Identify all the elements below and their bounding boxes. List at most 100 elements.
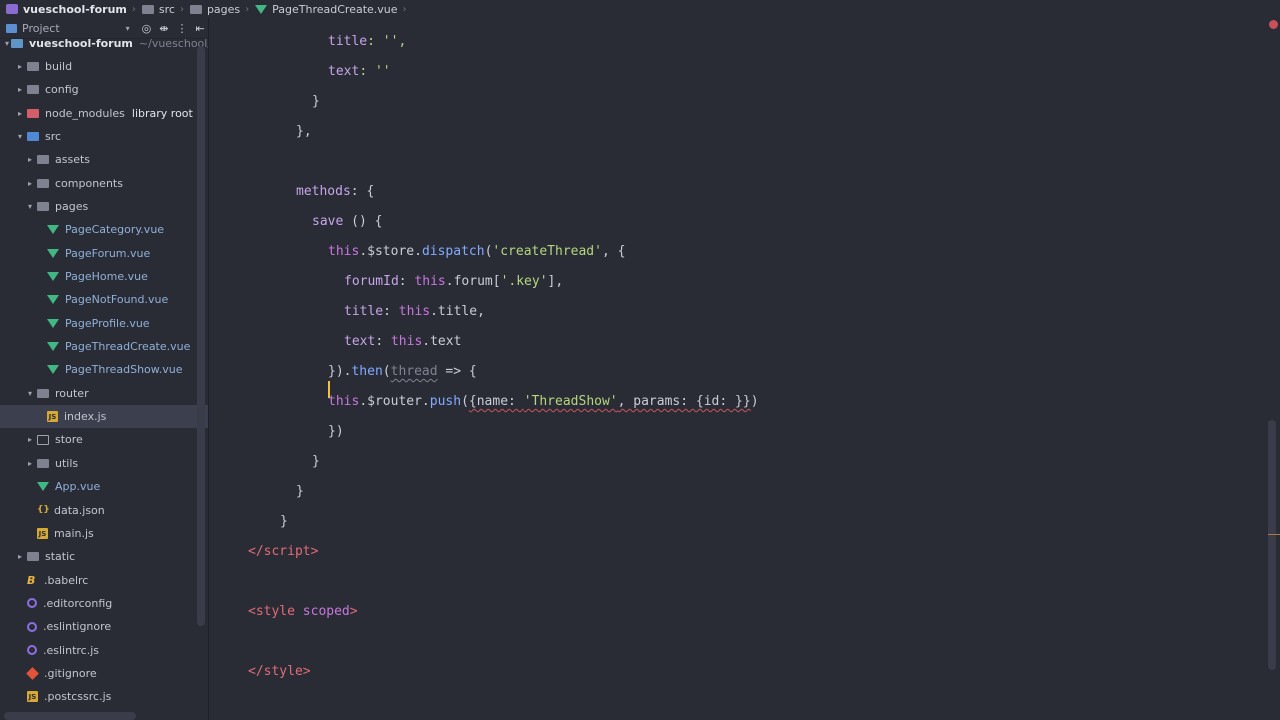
chevron-down-icon[interactable]: ▾ <box>15 132 25 141</box>
tree-item-label: PageCategory.vue <box>65 223 165 237</box>
sidebar-vertical-scrollbar[interactable] <box>197 46 205 626</box>
code-line[interactable]: }, <box>296 122 312 142</box>
code-token: </ <box>248 664 264 679</box>
folder-icon <box>37 388 49 398</box>
tree-item-label: .babelrc <box>44 573 89 587</box>
tree-item-pageprofile-vue[interactable]: ▸PageProfile.vue <box>0 312 208 335</box>
chevron-right-icon[interactable]: ▸ <box>15 62 25 71</box>
tree-item-assets[interactable]: ▸ assets <box>0 148 208 171</box>
code-line[interactable]: methods: { <box>296 182 374 202</box>
tree-item-pageforum-vue[interactable]: ▸PageForum.vue <box>0 242 208 265</box>
code-line[interactable]: } <box>312 92 320 112</box>
tree-item-label: index.js <box>64 410 107 424</box>
chevron-right-icon[interactable]: ▸ <box>25 435 35 444</box>
code-line[interactable]: </style> <box>248 662 311 682</box>
code-editor[interactable]: title: '', text: ''}}, methods: { save () {… <box>209 18 1280 720</box>
tree-item-label: .eslintrc.js <box>43 643 100 657</box>
tree-item-label: utils <box>55 456 79 470</box>
editor-scrollbar[interactable] <box>1268 420 1276 670</box>
code-line[interactable]: } <box>312 452 320 472</box>
chevron-right-icon[interactable]: ▸ <box>15 85 25 94</box>
folder-icon <box>27 552 39 562</box>
code-line[interactable]: <style scoped> <box>248 602 358 622</box>
tree-item-pagehome-vue[interactable]: ▸PageHome.vue <box>0 265 208 288</box>
tree-item-node-modules[interactable]: ▸ node_modules library root <box>0 102 208 125</box>
tree-item-pagenotfound-vue[interactable]: ▸PageNotFound.vue <box>0 288 208 311</box>
code-token: () { <box>343 214 383 229</box>
code-token: : <box>398 274 415 289</box>
code-line[interactable]: title: this.title, <box>344 302 485 322</box>
chevron-down-icon[interactable]: ▾ <box>5 39 9 48</box>
tree-item-editorconfig[interactable]: ▸.editorconfig <box>0 592 208 615</box>
chevron-down-icon[interactable]: ▾ <box>25 389 35 398</box>
tree-item-data-json[interactable]: ▸{}data.json <box>0 499 208 522</box>
project-folder-icon <box>11 38 24 48</box>
tree-item-pagecategory-vue[interactable]: ▸PageCategory.vue <box>0 218 208 241</box>
code-line[interactable]: text: '' <box>328 62 391 82</box>
code-line[interactable]: }) <box>328 422 344 442</box>
tree-item-label: PageProfile.vue <box>65 316 150 330</box>
tree-item-pagethreadshow-vue[interactable]: ▸PageThreadShow.vue <box>0 358 208 381</box>
code-line[interactable]: this.$router.push({name: 'ThreadShow', p… <box>328 392 759 412</box>
code-token: {name: <box>468 394 524 409</box>
chevron-right-icon[interactable]: ▸ <box>25 179 35 188</box>
breadcrumb-project[interactable]: vueschool-forum › <box>0 0 136 18</box>
tree-item-store[interactable]: ▸ store <box>0 428 208 451</box>
code-token: this <box>390 334 423 349</box>
code-line[interactable]: } <box>280 512 288 532</box>
tree-item-pages[interactable]: ▾ pages <box>0 195 208 218</box>
breadcrumb-pages[interactable]: pages › <box>184 0 249 18</box>
code-line[interactable]: forumId: this.forum['.key'], <box>344 272 563 292</box>
vue-icon <box>47 365 59 375</box>
code-token: } <box>312 454 320 469</box>
code-token: title <box>328 34 368 49</box>
chevron-right-icon[interactable]: ▸ <box>15 552 25 561</box>
tree-item-main-js[interactable]: ▸JSmain.js <box>0 522 208 545</box>
code-token: ( <box>382 364 391 379</box>
code-token: scoped <box>294 604 350 619</box>
code-token: => { <box>437 364 477 379</box>
code-token: .$router. <box>359 394 430 409</box>
tree-item-router[interactable]: ▾ router <box>0 382 208 405</box>
code-token: this <box>414 274 446 289</box>
eslint-icon <box>27 645 37 656</box>
tree-item-utils[interactable]: ▸ utils <box>0 452 208 475</box>
code-line[interactable]: title: '', <box>328 32 406 52</box>
tree-item-vueschool-forum[interactable]: ▾vueschool-forum~/vueschool/v <box>0 32 208 55</box>
tree-item-pagethreadcreate-vue[interactable]: ▸PageThreadCreate.vue <box>0 335 208 358</box>
code-token: ], <box>547 274 564 289</box>
code-line[interactable]: this.$store.dispatch('createThread', { <box>328 242 625 262</box>
breadcrumb-file[interactable]: PageThreadCreate.vue › <box>249 0 407 18</box>
code-line[interactable]: </script> <box>248 542 318 562</box>
tree-item-babelrc[interactable]: ▸B.babelrc <box>0 569 208 592</box>
code-line[interactable]: }).then(thread => { <box>328 362 477 382</box>
folder-icon <box>189 4 202 14</box>
tree-item-eslintignore[interactable]: ▸.eslintignore <box>0 615 208 638</box>
chevron-right-icon[interactable]: ▸ <box>25 155 35 164</box>
tree-item-components[interactable]: ▸ components <box>0 172 208 195</box>
js-icon: JS <box>47 411 58 423</box>
chevron-right-icon: › <box>402 3 407 15</box>
tree-item-config[interactable]: ▸ config <box>0 78 208 101</box>
breadcrumb-src[interactable]: src › <box>136 0 184 18</box>
tree-item-app-vue[interactable]: ▸App.vue <box>0 475 208 498</box>
tree-item-static[interactable]: ▸ static <box>0 545 208 568</box>
tree-item-src[interactable]: ▾ src <box>0 125 208 148</box>
tree-item-gitignore[interactable]: ▸.gitignore <box>0 662 208 685</box>
chevron-right-icon[interactable]: ▸ <box>15 109 25 118</box>
tree-item-build[interactable]: ▸ build <box>0 55 208 78</box>
project-icon <box>6 4 18 14</box>
sidebar-horizontal-scrollbar[interactable] <box>4 712 136 720</box>
code-token: style <box>255 604 295 619</box>
code-line[interactable]: text: this.text <box>344 332 461 352</box>
tree-item-index-js[interactable]: ▸JSindex.js <box>0 405 208 429</box>
code-line[interactable]: save () { <box>312 212 382 232</box>
error-indicator-icon[interactable] <box>1269 20 1278 29</box>
tree-item-eslintrc-js[interactable]: ▸.eslintrc.js <box>0 639 208 662</box>
chevron-down-icon[interactable]: ▾ <box>25 202 35 211</box>
code-token: , { <box>601 244 626 259</box>
chevron-right-icon[interactable]: ▸ <box>25 459 35 468</box>
code-line[interactable]: } <box>296 482 304 502</box>
code-token: : <box>375 334 391 349</box>
tree-item-postcssrc-js[interactable]: ▸JS.postcssrc.js <box>0 685 208 708</box>
